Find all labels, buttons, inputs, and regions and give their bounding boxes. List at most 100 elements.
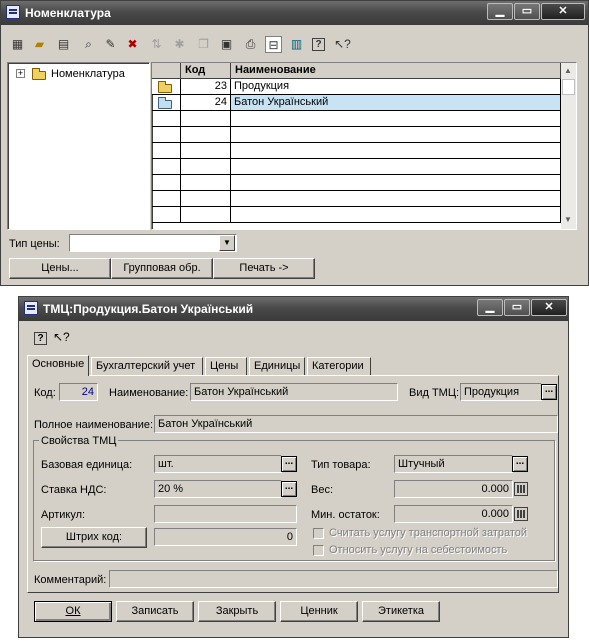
article-field[interactable] (154, 505, 297, 523)
kind-label: Вид ТМЦ: (409, 387, 460, 399)
tab-prices[interactable]: Цены (205, 357, 247, 375)
nomenclature-window: Номенклатура ▁ ▭ ✕ ▦ ▰ ▤ ⌕ ✎ ✖ ⇅ ✱ ❐ ▣ ⎙… (0, 0, 589, 286)
transport-cost-label: Считать услугу транспортной затратой (329, 527, 528, 539)
hierarchy-icon[interactable]: ⊟ (265, 36, 282, 53)
chevron-down-icon[interactable]: ▼ (219, 235, 235, 251)
empty-row (152, 127, 576, 143)
toolbar: ▦ ▰ ▤ ⌕ ✎ ✖ ⇅ ✱ ❐ ▣ ⎙ ⊟ ▥ ? ↖? (5, 33, 365, 55)
vat-field[interactable]: 20 % (154, 480, 282, 498)
items-grid[interactable]: Код Наименование 23 Продукция 24 Батон У… (151, 62, 577, 230)
empty-row (152, 143, 576, 159)
dialog-minimize-button[interactable]: ▁ (477, 299, 503, 316)
price-type-select[interactable] (69, 234, 237, 252)
goods-type-label: Тип товара: (311, 459, 371, 471)
tab-strip: Основные Бухгалтерский учет Цены Единицы… (27, 355, 371, 376)
tab-basic[interactable]: Основные (27, 355, 89, 376)
full-name-field[interactable]: Батон Український (154, 415, 558, 433)
close-button[interactable]: ✕ (541, 3, 585, 20)
context-help-icon[interactable]: ↖? (334, 36, 351, 53)
base-unit-label: Базовая единица: (41, 459, 133, 471)
kind-field[interactable]: Продукция (460, 383, 542, 401)
base-unit-select-button[interactable]: ... (281, 456, 297, 472)
transport-cost-checkbox[interactable] (313, 528, 324, 539)
label-button[interactable]: Этикетка (362, 601, 440, 622)
ok-button[interactable]: ОК (34, 601, 112, 622)
full-name-label: Полное наименование: (34, 419, 154, 431)
list-icon[interactable]: ▥ (288, 36, 305, 53)
item-dialog: ТМЦ:Продукция.Батон Український ▁ ▭ ✕ ? … (18, 296, 569, 638)
properties-group-title: Свойства ТМЦ (39, 434, 119, 448)
empty-row (152, 111, 576, 127)
min-stock-calculator-icon[interactable] (514, 507, 528, 521)
goods-type-field[interactable]: Штучный (394, 455, 513, 473)
table-row[interactable]: 24 Батон Український (152, 95, 576, 111)
group-processing-button[interactable]: Групповая обр. (111, 258, 213, 279)
weight-label: Вес: (311, 484, 334, 496)
tab-accounting[interactable]: Бухгалтерский учет (91, 357, 203, 375)
edit-icon[interactable]: ✎ (102, 36, 119, 53)
find-icon[interactable]: ⌕ (80, 36, 97, 53)
new-folder-icon[interactable]: ▰ (31, 36, 48, 53)
goods-type-select-button[interactable]: ... (512, 456, 528, 472)
app-icon (6, 5, 20, 19)
dialog-close-button[interactable]: ✕ (531, 299, 567, 316)
close-dialog-button[interactable]: Закрыть (198, 601, 276, 622)
print-icon[interactable]: ⎙ (242, 36, 259, 53)
copy-icon[interactable]: ▤ (55, 36, 72, 53)
code-field[interactable]: 24 (59, 383, 98, 401)
scroll-down-icon[interactable]: ▼ (564, 215, 572, 224)
name-field[interactable]: Батон Український (190, 383, 398, 401)
save-button[interactable]: Записать (116, 601, 194, 622)
vat-select-button[interactable]: ... (281, 481, 297, 497)
table-row[interactable]: 23 Продукция (152, 79, 576, 95)
kind-select-button[interactable]: ... (541, 384, 557, 400)
tree-panel[interactable]: + Номенклатура (7, 62, 150, 230)
tab-units[interactable]: Единицы (249, 357, 305, 375)
dialog-maximize-button[interactable]: ▭ (504, 299, 530, 316)
empty-row (152, 191, 576, 207)
cost-price-checkbox[interactable] (313, 545, 324, 556)
scroll-thumb[interactable] (562, 79, 575, 95)
dialog-titlebar[interactable]: ТМЦ:Продукция.Батон Український ▁ ▭ ✕ (19, 297, 568, 321)
price-tag-button[interactable]: Ценник (280, 601, 358, 622)
column-name-header[interactable]: Наименование (231, 63, 561, 79)
minimize-button[interactable]: ▁ (487, 3, 513, 20)
delete-icon[interactable]: ✖ (124, 36, 141, 53)
barcode-button[interactable]: Штрих код: (41, 527, 147, 548)
mark-icon: ✱ (174, 37, 185, 51)
vertical-scrollbar[interactable]: ▲ ▼ (561, 63, 576, 229)
tab-categories[interactable]: Категории (307, 357, 371, 375)
name-label: Наименование: (109, 387, 189, 399)
code-label: Код: (34, 387, 56, 399)
help-icon[interactable]: ? (312, 38, 325, 51)
comment-label: Комментарий: (34, 574, 107, 586)
nomenclature-titlebar[interactable]: Номенклатура ▁ ▭ ✕ (1, 1, 588, 25)
new-item-icon[interactable]: ▦ (9, 36, 26, 53)
dialog-title: ТМЦ:Продукция.Батон Український (43, 302, 254, 316)
base-unit-field[interactable]: шт. (154, 455, 282, 473)
row-icon-cell (152, 79, 181, 94)
scroll-up-icon[interactable]: ▲ (564, 66, 572, 75)
row-code: 23 (181, 79, 231, 94)
weight-field[interactable]: 0.000 (394, 480, 513, 498)
comment-field[interactable] (109, 570, 558, 588)
print-button[interactable]: Печать -> (213, 258, 315, 279)
copy-disabled-icon: ❐ (198, 37, 209, 51)
min-stock-label: Мин. остаток: (311, 509, 380, 521)
weight-calculator-icon[interactable] (514, 482, 528, 496)
prices-button[interactable]: Цены... (9, 258, 111, 279)
maximize-button[interactable]: ▭ (514, 3, 540, 20)
barcode-field[interactable]: 0 (154, 528, 297, 546)
min-stock-field[interactable]: 0.000 (394, 505, 513, 523)
properties-icon[interactable]: ▣ (218, 36, 235, 53)
dialog-help-icon[interactable]: ? (34, 332, 47, 345)
row-name-selected: Батон Український (231, 95, 561, 110)
empty-row (152, 159, 576, 175)
tree-expand-icon[interactable]: + (16, 69, 25, 78)
column-code-header[interactable]: Код (181, 63, 231, 79)
dialog-context-help-icon[interactable]: ↖? (53, 330, 70, 344)
tree-root-label[interactable]: Номенклатура (51, 67, 125, 81)
row-code: 24 (181, 95, 231, 110)
window-title: Номенклатура (25, 6, 111, 20)
move-icon: ⇅ (151, 37, 162, 51)
